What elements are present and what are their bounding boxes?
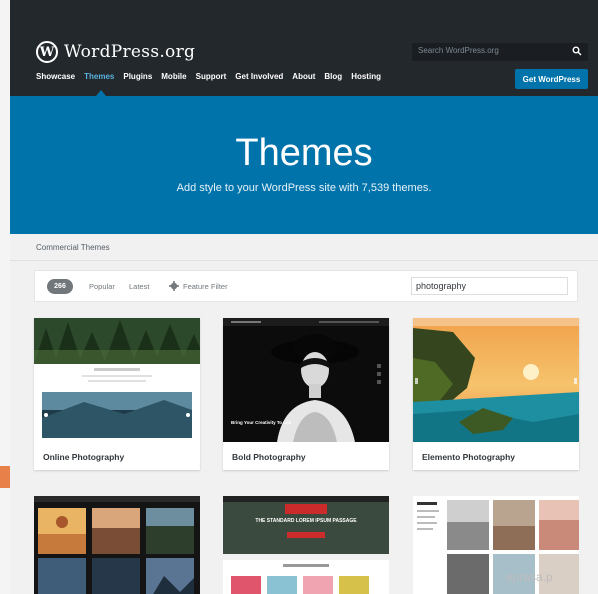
wordpress-logo[interactable]: W WordPress.org [36, 38, 195, 66]
commercial-themes-link[interactable]: Commercial Themes [36, 243, 110, 252]
wordpress-logo-icon: W [36, 41, 58, 63]
commercial-themes-bar: Commercial Themes [10, 234, 598, 261]
nav-item-plugins[interactable]: Plugins [123, 72, 152, 81]
logo-text: WordPress.org [64, 42, 196, 62]
page-title: Themes [235, 132, 373, 174]
theme-card-bold-photography[interactable]: Bring Your Creativity To Life Bold Photo… [223, 318, 389, 470]
theme-card-row2-1[interactable] [34, 496, 200, 594]
site-search-input[interactable]: Search WordPress.org [412, 43, 588, 61]
left-margin [0, 0, 10, 594]
promo-heading: THE STANDARD LOREM IPSUM PASSAGE [255, 518, 357, 524]
get-wordpress-button[interactable]: Get WordPress [515, 69, 588, 89]
orange-edge-accent [0, 466, 10, 488]
page-subtitle: Add style to your WordPress site with 7,… [176, 182, 432, 194]
nav-item-blog[interactable]: Blog [324, 72, 342, 81]
search-placeholder: Search WordPress.org [418, 46, 499, 55]
theme-search-input[interactable]: photography [411, 277, 568, 295]
nav-item-support[interactable]: Support [196, 72, 227, 81]
nav-item-themes[interactable]: Themes [84, 72, 114, 81]
theme-screenshot[interactable]: Bring Your Creativity To Life [223, 318, 389, 442]
feature-filter-link[interactable]: Feature Filter [183, 282, 228, 291]
theme-screenshot[interactable] [34, 318, 200, 442]
tab-popular[interactable]: Popular [89, 282, 115, 291]
theme-name[interactable]: Elemento Photography [422, 452, 515, 462]
theme-card-online-photography[interactable]: Online Photography [34, 318, 200, 470]
watermark-text: eprasa.p [506, 570, 553, 584]
nav-item-mobile[interactable]: Mobile [161, 72, 186, 81]
theme-name[interactable]: Online Photography [43, 452, 124, 462]
theme-card-elemento-photography[interactable]: Elemento Photography [413, 318, 579, 470]
hero-banner: Themes Add style to your WordPress site … [10, 96, 598, 234]
nav-item-hosting[interactable]: Hosting [351, 72, 381, 81]
theme-filter-bar: 266 Popular Latest Feature Filter photog… [34, 270, 578, 302]
theme-card-row2-3[interactable] [413, 496, 579, 594]
theme-name[interactable]: Bold Photography [232, 452, 306, 462]
search-icon[interactable] [572, 46, 582, 56]
theme-count-badge: 266 [47, 279, 73, 294]
main-nav: Showcase Themes Plugins Mobile Support Get In… [36, 72, 381, 81]
page: W WordPress.org Search WordPress.org Sho… [0, 0, 598, 594]
screenshot-tagline: Bring Your Creativity To Life [231, 420, 292, 425]
tab-latest[interactable]: Latest [129, 282, 149, 291]
nav-item-about[interactable]: About [292, 72, 315, 81]
site-header: W WordPress.org Search WordPress.org Sho… [10, 0, 598, 96]
theme-card-row2-2[interactable]: THE STANDARD LOREM IPSUM PASSAGE [223, 496, 389, 594]
nav-item-showcase[interactable]: Showcase [36, 72, 75, 81]
nav-item-get-involved[interactable]: Get Involved [235, 72, 283, 81]
gear-icon[interactable] [169, 281, 179, 291]
theme-screenshot[interactable] [413, 318, 579, 442]
